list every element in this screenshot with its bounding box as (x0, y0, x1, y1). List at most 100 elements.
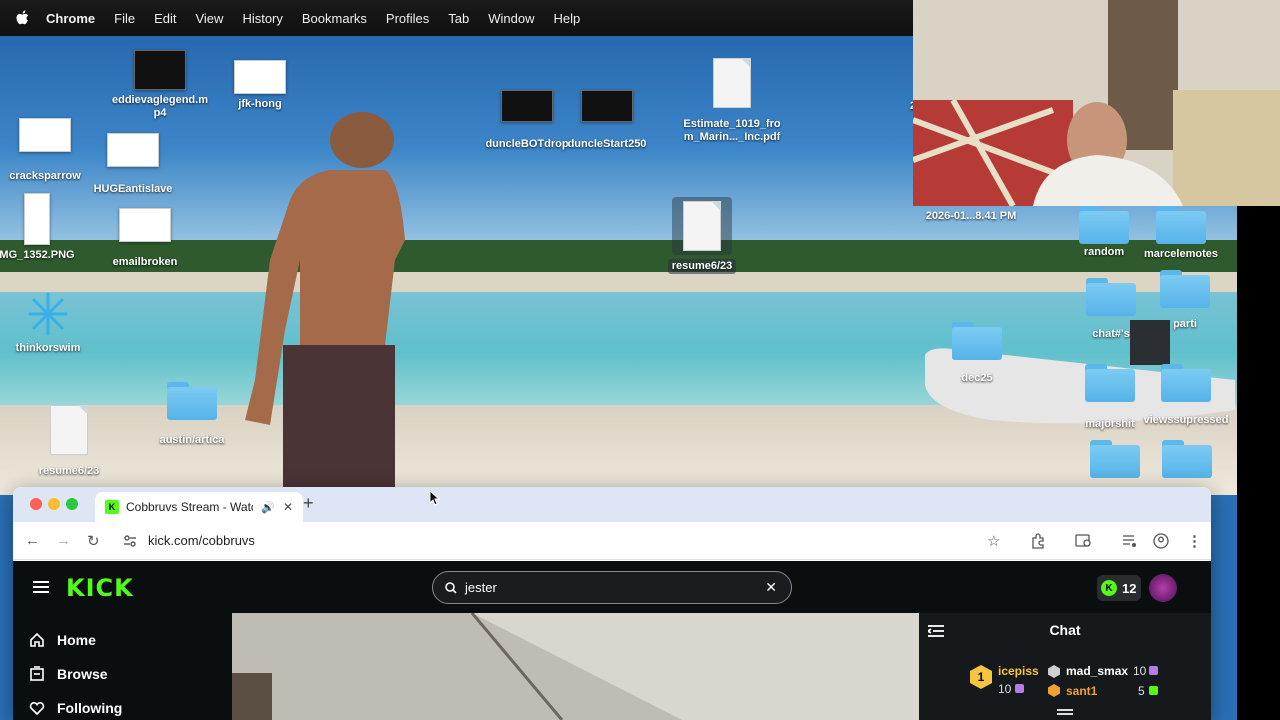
speaker-icon[interactable]: 🔊 (261, 501, 275, 514)
desktop-folder-parti[interactable]: parti (1158, 270, 1212, 331)
folder-icon (1156, 206, 1206, 244)
menu-edit[interactable]: Edit (154, 11, 176, 26)
desktop-file-emailbroken[interactable]: emailbroken (105, 208, 185, 269)
hamburger-menu-icon[interactable] (33, 580, 49, 594)
desktop-app-thinkorswim[interactable]: thinkorswim (8, 290, 88, 355)
leaderboard-name-1[interactable]: icepiss (998, 664, 1039, 678)
bookmark-star-icon[interactable]: ☆ (987, 532, 1000, 550)
forward-button[interactable]: → (56, 532, 71, 549)
desktop-file-screenshot[interactable]: 2026-01...8.41 PM (918, 206, 1024, 223)
black-border (1237, 206, 1280, 720)
drag-handle-icon[interactable] (1057, 709, 1073, 711)
rank-1-badge-icon: 1 (970, 665, 992, 689)
image-thumbnail-icon (501, 90, 553, 122)
image-thumbnail-icon (119, 208, 171, 242)
kick-header: KICK jester ✕ K 12 (13, 561, 1211, 613)
menu-file[interactable]: File (114, 11, 135, 26)
desktop-file-label: Estimate_1019_fro m_Marin..._Inc.pdf (683, 118, 781, 143)
desktop-file-label: emailbroken (112, 256, 178, 268)
desktop-file-resume-center[interactable]: resume6/23 (666, 197, 738, 274)
menu-app-chrome[interactable]: Chrome (46, 11, 95, 26)
desktop-file-jfk-hong[interactable]: jfk-hong (220, 60, 300, 111)
image-thumbnail-icon (234, 60, 286, 94)
address-bar[interactable]: kick.com/cobbruvs (148, 533, 255, 548)
menu-help[interactable]: Help (554, 11, 581, 26)
desktop-file-eddievaglegend[interactable]: eddievaglegend.m p4 (112, 50, 208, 120)
desktop-folder-label: dec25 (961, 372, 993, 384)
desktop-file-cracksparrow[interactable]: cracksparrow (5, 118, 85, 183)
menu-tab[interactable]: Tab (448, 11, 469, 26)
desktop-file-hugeantislave[interactable]: HUGEantislave (90, 133, 176, 196)
gift-icon (1015, 684, 1024, 693)
browser-menu-icon[interactable]: ⋮ (1187, 532, 1202, 550)
desktop-file-img1352[interactable]: MG_1352.PNG (0, 193, 75, 262)
leaderboard-name-3[interactable]: sant1 (1066, 684, 1097, 698)
profile-icon[interactable] (1153, 533, 1169, 549)
sidebar-item-home[interactable]: Home (29, 632, 96, 648)
reload-button[interactable]: ↻ (87, 532, 100, 550)
webcam-overlay (913, 0, 1280, 206)
zoom-window-button[interactable] (66, 498, 78, 510)
desktop-folder-chat[interactable]: chat#'s (1084, 278, 1138, 341)
tab-strip: K Cobbruvs Stream - Watch 🔊 ✕ + (13, 487, 1211, 522)
kick-points-badge[interactable]: K 12 (1097, 575, 1141, 601)
desktop-file-label: 2026-01...8.41 PM (925, 210, 1017, 222)
minimize-window-button[interactable] (48, 498, 60, 510)
user-avatar[interactable] (1149, 574, 1177, 602)
desktop-folder-label: chat#'s (1092, 328, 1130, 340)
desktop-folder-random[interactable]: random (1076, 206, 1132, 259)
close-tab-icon[interactable]: ✕ (283, 500, 293, 514)
desktop-file-label: duncleStart250 (567, 138, 647, 150)
gift-icon (1149, 686, 1158, 695)
desktop-folder-unlabeled-1[interactable] (1088, 440, 1142, 478)
desktop-folder-majorshit[interactable]: majorshit (1080, 364, 1140, 431)
selection-highlight (672, 197, 732, 255)
back-button[interactable]: ← (25, 532, 40, 549)
folder-icon (1086, 278, 1136, 316)
menu-window[interactable]: Window (488, 11, 534, 26)
sidebar-item-label: Home (57, 632, 96, 648)
home-icon (30, 632, 44, 647)
clear-search-icon[interactable]: ✕ (765, 579, 777, 596)
tab-search-icon[interactable] (1075, 533, 1093, 549)
folder-icon (952, 322, 1002, 360)
image-thumbnail-icon (24, 193, 50, 245)
desktop-folder-dec25[interactable]: dec25 (950, 322, 1004, 385)
document-icon (683, 201, 721, 251)
site-settings-icon[interactable] (123, 534, 137, 548)
stream-video-player[interactable] (232, 613, 919, 720)
desktop-folder-austin[interactable]: austin/artica (155, 382, 229, 447)
tab-kick-stream[interactable]: K Cobbruvs Stream - Watch 🔊 ✕ (95, 492, 303, 522)
browser-toolbar: ← → ↻ kick.com/cobbruvs ☆ ⋮ (13, 522, 1211, 560)
desktop-folder-label: marcelemotes (1144, 248, 1218, 260)
desktop-folder-label: random (1083, 246, 1125, 258)
menu-view[interactable]: View (195, 11, 223, 26)
desktop-file-duncle-bot[interactable]: duncleBOTdrop (484, 90, 570, 151)
search-input[interactable]: jester ✕ (432, 571, 792, 604)
desktop-folder-label: austin/artica (159, 434, 225, 446)
desktop-file-label: HUGEantislave (93, 183, 173, 195)
extensions-icon[interactable] (1030, 533, 1046, 549)
sidebar-item-browse[interactable]: Browse (29, 666, 108, 682)
desktop-folder-viewssupressed[interactable]: viewssupressed (1140, 364, 1232, 427)
desktop-folder-unlabeled-2[interactable] (1160, 440, 1214, 478)
folder-icon (1162, 440, 1212, 478)
close-window-button[interactable] (30, 498, 42, 510)
new-tab-button[interactable]: + (303, 493, 314, 514)
desktop-file-resume-left[interactable]: resume6/23 (32, 405, 106, 478)
sidebar-item-following[interactable]: Following (29, 700, 122, 716)
desktop-folder-marcelemotes[interactable]: marcelemotes (1140, 206, 1222, 261)
menu-bookmarks[interactable]: Bookmarks (302, 11, 367, 26)
menu-profiles[interactable]: Profiles (386, 11, 429, 26)
leaderboard-name-2[interactable]: mad_smax (1066, 664, 1128, 678)
menu-history[interactable]: History (242, 11, 282, 26)
desktop-file-duncle-start[interactable]: duncleStart250 (564, 90, 650, 151)
desktop-file-estimate-pdf[interactable]: Estimate_1019_fro m_Marin..._Inc.pdf (680, 58, 784, 144)
kick-logo[interactable]: KICK (66, 574, 134, 602)
apple-icon[interactable] (14, 9, 32, 27)
desktop-file-label: MG_1352.PNG (0, 249, 75, 261)
media-controls-icon[interactable] (1122, 534, 1138, 548)
rank-3-badge-icon (1048, 684, 1060, 697)
kick-sidebar: Home Browse Following (13, 613, 232, 720)
webcam-person-image (913, 0, 1280, 206)
